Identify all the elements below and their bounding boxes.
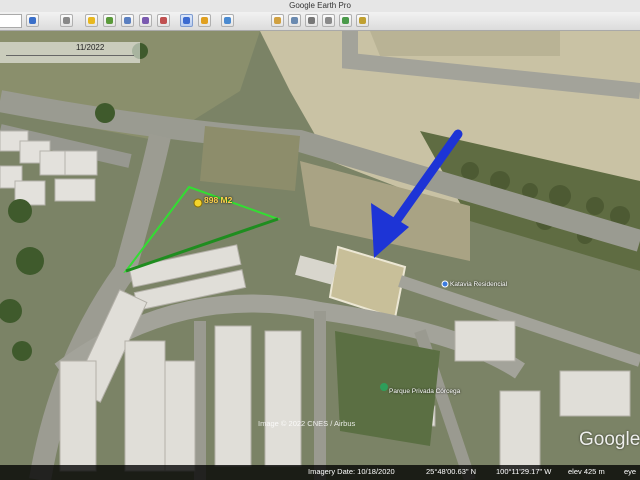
email-button[interactable] (288, 14, 301, 27)
ruler-icon (274, 17, 281, 24)
poi-park-label[interactable]: Parque Privada Córcega (389, 388, 460, 395)
sun-button[interactable] (198, 14, 211, 27)
historical-imagery-icon (183, 17, 190, 24)
path-icon (124, 17, 131, 24)
maps-button[interactable] (339, 14, 352, 27)
area-label: 898 M2 (204, 195, 233, 205)
poi-residential-label[interactable]: Katavia Residencial (450, 281, 507, 288)
placemark-icon (88, 17, 95, 24)
window-title: Google Earth Pro (289, 1, 351, 10)
status-bar: Imagery Date: 10/18/2020 25°48'00.63" N … (0, 465, 640, 480)
satellite-imagery[interactable] (0, 31, 640, 480)
imagery-date: Imagery Date: 10/18/2020 (308, 467, 395, 476)
polygon-button[interactable] (103, 14, 116, 27)
time-slider[interactable] (0, 42, 140, 63)
ruler-button[interactable] (271, 14, 284, 27)
overlay-button[interactable] (139, 14, 152, 27)
tour-icon (160, 17, 167, 24)
time-slider-date: 11/2022 (76, 43, 105, 52)
elevation-readout: elev 425 m (568, 467, 605, 476)
save-image-button[interactable] (322, 14, 335, 27)
print-icon (308, 17, 315, 24)
google-logo: Google (579, 429, 640, 450)
placemark-button[interactable] (85, 14, 98, 27)
tour-button[interactable] (157, 14, 170, 27)
map-view[interactable]: 11/2022 898 M2 Katavia Residencial Parqu… (0, 31, 640, 480)
zoom-button[interactable] (26, 14, 39, 27)
planets-icon (224, 17, 231, 24)
eye-altitude-readout: eye (624, 467, 637, 476)
sun-icon (201, 17, 208, 24)
toolbar (0, 12, 640, 31)
zoom-icon (29, 17, 36, 24)
sidebar-toggle-icon (63, 17, 70, 24)
time-slider-track[interactable] (6, 55, 134, 56)
upload-button[interactable] (356, 14, 369, 27)
search-field-edge[interactable] (0, 14, 22, 28)
upload-icon (359, 17, 366, 24)
planets-button[interactable] (221, 14, 234, 27)
historical-imagery-button[interactable] (180, 14, 193, 27)
polygon-icon (106, 17, 113, 24)
email-icon (291, 17, 298, 24)
sidebar-toggle-button[interactable] (60, 14, 73, 27)
save-image-icon (325, 17, 332, 24)
longitude-readout: 100°11'29.17" W (496, 467, 552, 476)
print-button[interactable] (305, 14, 318, 27)
latitude-readout: 25°48'00.63" N (426, 467, 477, 476)
imagery-copyright: Image © 2022 CNES / Airbus (258, 419, 356, 428)
maps-icon (342, 17, 349, 24)
overlay-icon (142, 17, 149, 24)
path-button[interactable] (121, 14, 134, 27)
